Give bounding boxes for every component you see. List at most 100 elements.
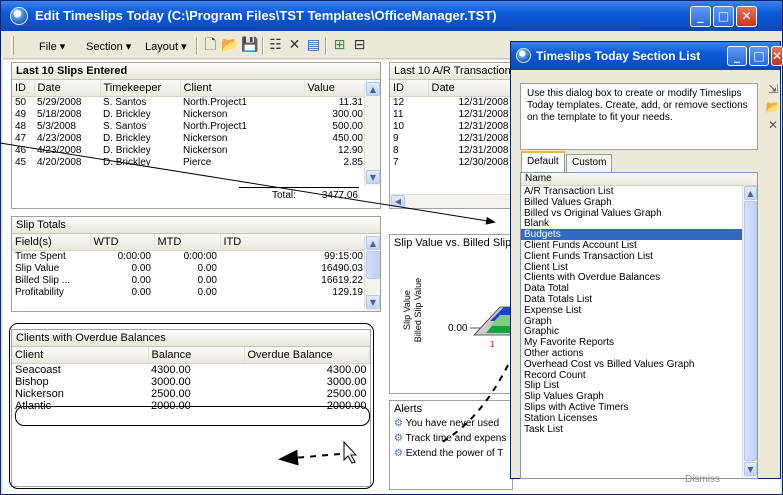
tab-custom[interactable]: Custom: [566, 154, 613, 172]
column-header[interactable]: Date: [428, 80, 512, 97]
table-row[interactable]: 48 5/3/2008 S. Santos North.Project1 500.00: [12, 120, 366, 132]
slip-value-chart-panel[interactable]: Slip Value vs. Billed Slip Va Slip Value…: [389, 234, 513, 394]
ar-panel[interactable]: Last 10 A/R Transactions ID Date 12 12/31…: [389, 62, 513, 209]
table-row[interactable]: Slip Value 0.00 0.00 16490.03: [12, 262, 366, 274]
dialog-close-button[interactable]: ✕: [771, 46, 783, 66]
open-folder-icon[interactable]: 📂: [221, 37, 238, 54]
toolbar-grip[interactable]: [11, 36, 14, 55]
table-row[interactable]: 7 12/30/2008: [390, 156, 512, 168]
open-folder-icon[interactable]: 📂: [764, 100, 782, 118]
table-cell: 10: [393, 120, 405, 132]
column-header[interactable]: Client: [180, 80, 305, 97]
scroll-down-arrow[interactable]: ▼: [366, 170, 380, 184]
column-header[interactable]: ID: [390, 80, 429, 97]
section-list-item[interactable]: Station Licenses: [521, 413, 742, 424]
title-bar: Edit Timeslips Today (C:\Program Files\T…: [1, 1, 782, 31]
table-row[interactable]: Billed Slip ... 0.00 0.00 16619.22: [12, 274, 366, 286]
section-list-item[interactable]: Task List: [521, 424, 742, 435]
minimize-button[interactable]: _: [690, 6, 711, 27]
section-list-item[interactable]: Graph: [521, 316, 742, 327]
section-list-item[interactable]: Slip Values Graph: [521, 391, 742, 402]
insert-section-icon[interactable]: ⊞: [331, 37, 348, 54]
section-list-item[interactable]: Billed Values Graph: [521, 197, 742, 208]
listbox-scrollbar[interactable]: ▲ ▼: [742, 186, 757, 478]
list-column-header[interactable]: Name: [521, 173, 757, 186]
section-properties-icon[interactable]: ☷: [267, 37, 284, 54]
section-list-item[interactable]: A/R Transaction List: [521, 186, 742, 197]
scroll-up-arrow[interactable]: ▲: [366, 236, 380, 250]
save-icon[interactable]: 💾: [241, 37, 258, 54]
section-list-item[interactable]: Slips with Active Timers: [521, 402, 742, 413]
delete-icon[interactable]: ✕: [286, 37, 303, 54]
section-list-item[interactable]: Client Funds Account List: [521, 240, 742, 251]
section-list-item[interactable]: Client List: [521, 262, 742, 273]
section-menu[interactable]: Section ▾: [86, 40, 131, 53]
section-list-item[interactable]: Overhead Cost vs Billed Values Graph: [521, 359, 742, 370]
section-list-item[interactable]: Blank: [521, 218, 742, 229]
table-row[interactable]: 8 12/31/2008: [390, 144, 512, 156]
scroll-down-arrow[interactable]: ▼: [366, 295, 380, 309]
section-listbox[interactable]: Name A/R Transaction List Billed Values G…: [520, 172, 758, 479]
alert-item[interactable]: ⚙ Track time and expens: [390, 433, 512, 448]
section-list-item[interactable]: Client Funds Transaction List: [521, 251, 742, 262]
section-list-item[interactable]: Graphic: [521, 326, 742, 337]
alert-item[interactable]: ⚙ You have never used: [390, 418, 512, 433]
alerts-panel[interactable]: Alerts ⚙ You have never used ⚙ Track time…: [389, 400, 513, 490]
add-section-icon[interactable]: ⇲: [764, 82, 782, 100]
section-list-item[interactable]: Slip List: [521, 380, 742, 391]
table-row[interactable]: 46 4/23/2008 D. Brickley Nickerson 12.90: [12, 144, 366, 156]
table-row[interactable]: 45 4/20/2008 D. Brickley Pierce 2.85: [12, 156, 366, 168]
column-header[interactable]: ITD: [220, 234, 367, 251]
table-cell: 0.00: [197, 286, 217, 298]
section-list-icon[interactable]: ▤: [305, 37, 322, 54]
slip-totals-panel[interactable]: Slip Totals Field(s) WTD MTD ITD Time Sp…: [11, 216, 381, 312]
alert-item[interactable]: ⚙ Extend the power of T: [390, 448, 512, 463]
table-row[interactable]: 10 12/31/2008: [390, 120, 512, 132]
ar-hscrollbar[interactable]: ◀: [390, 194, 512, 208]
column-header[interactable]: WTD: [90, 234, 155, 251]
dialog-minimize-button[interactable]: _: [727, 46, 747, 66]
column-header[interactable]: MTD: [154, 234, 221, 251]
remove-section-icon[interactable]: ✕: [764, 118, 782, 136]
dialog-maximize-button[interactable]: □: [749, 46, 769, 66]
section-list-item[interactable]: My Favorite Reports: [521, 337, 742, 348]
column-header[interactable]: ID: [12, 80, 35, 97]
table-row[interactable]: 47 4/23/2008 D. Brickley Nickerson 450.00: [12, 132, 366, 144]
section-list-item[interactable]: Data Total: [521, 283, 742, 294]
tab-default[interactable]: Default: [521, 151, 565, 173]
scroll-left-arrow[interactable]: ◀: [391, 195, 405, 207]
table-row[interactable]: 12 12/31/2008: [390, 96, 512, 108]
slips-scrollbar[interactable]: ▲ ▼: [364, 82, 380, 186]
table-row[interactable]: Profitability 0.00 0.00 129.19: [12, 286, 366, 298]
section-list-item[interactable]: Other actions: [521, 348, 742, 359]
scroll-down-arrow[interactable]: ▼: [744, 462, 757, 476]
scroll-up-arrow[interactable]: ▲: [744, 186, 757, 200]
table-row[interactable]: 49 5/18/2008 D. Brickley Nickerson 300.00: [12, 108, 366, 120]
scroll-thumb[interactable]: [744, 201, 757, 461]
layout-icon[interactable]: ⊟: [351, 37, 368, 54]
slips-panel[interactable]: Last 10 Slips Entered ID Date Timekeeper…: [11, 62, 381, 209]
column-header[interactable]: Field(s): [12, 234, 91, 251]
new-icon[interactable]: 🗋: [202, 37, 219, 54]
section-list-item[interactable]: Expense List: [521, 305, 742, 316]
table-row[interactable]: 11 12/31/2008: [390, 108, 512, 120]
layout-menu[interactable]: Layout ▾: [145, 40, 187, 53]
totals-scrollbar[interactable]: ▲ ▼: [364, 236, 380, 311]
section-list-item[interactable]: Budgets: [521, 229, 742, 240]
section-list-item[interactable]: Clients with Overdue Balances: [521, 272, 742, 283]
section-list-item[interactable]: Record Count: [521, 370, 742, 381]
table-row[interactable]: 50 5/29/2008 S. Santos North.Project1 11.31: [12, 96, 366, 108]
section-list-item[interactable]: Billed vs Original Values Graph: [521, 208, 742, 219]
table-row[interactable]: Time Spent 0:00:00 0:00:00 99:15:00: [12, 250, 366, 262]
scroll-up-arrow[interactable]: ▲: [366, 82, 380, 96]
column-header[interactable]: Timekeeper: [100, 80, 181, 97]
column-header[interactable]: Value: [304, 80, 367, 97]
scroll-thumb[interactable]: [366, 251, 380, 279]
close-button[interactable]: ✕: [736, 6, 757, 27]
maximize-button[interactable]: □: [713, 6, 734, 27]
section-list-item[interactable]: Data Totals List: [521, 294, 742, 305]
column-header[interactable]: Date: [34, 80, 101, 97]
table-row[interactable]: 9 12/31/2008: [390, 132, 512, 144]
dismiss-button[interactable]: Dismiss: [685, 474, 720, 485]
file-menu[interactable]: File ▾: [39, 40, 65, 53]
